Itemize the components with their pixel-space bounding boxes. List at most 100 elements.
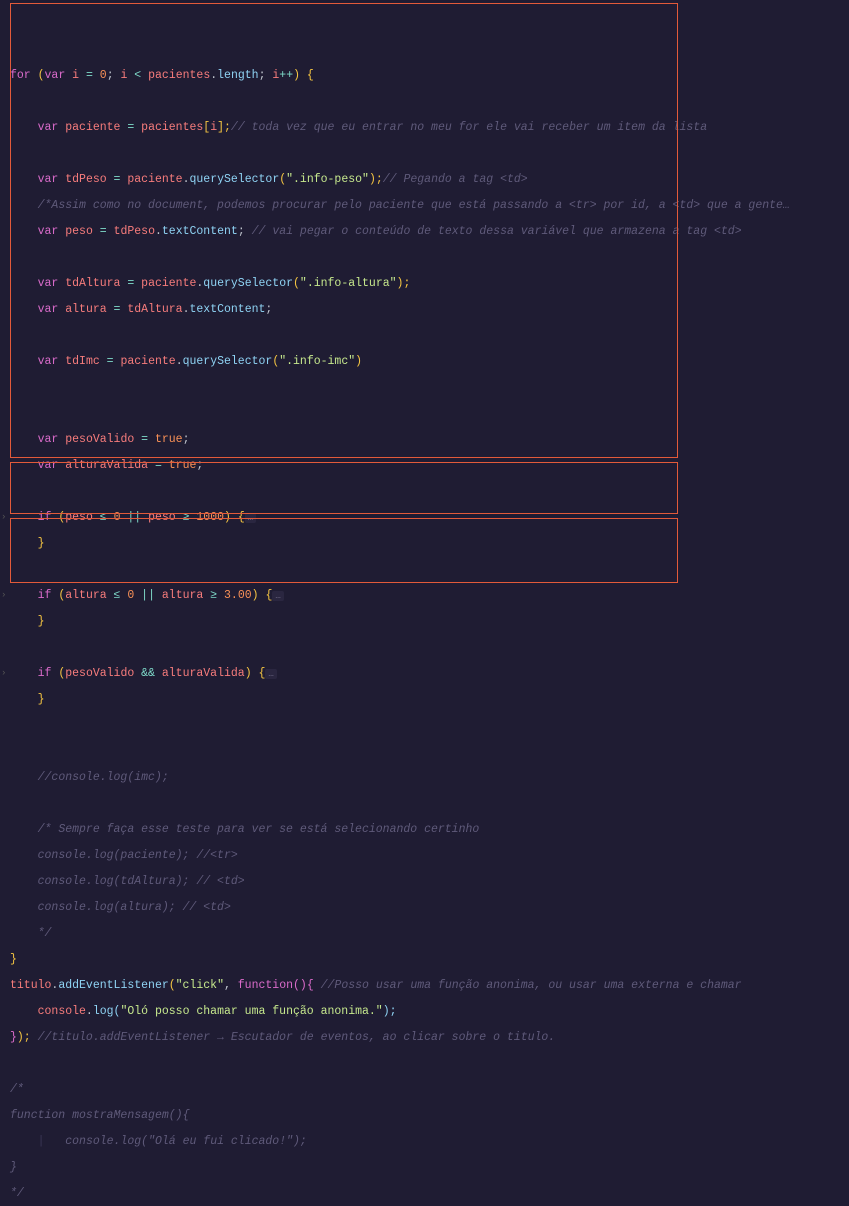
var: paciente <box>65 121 120 134</box>
code-line[interactable] <box>10 641 849 654</box>
code-line[interactable]: } <box>10 1161 849 1174</box>
kw-if: if <box>38 667 52 680</box>
eq: = <box>134 433 155 446</box>
brace: { <box>238 511 245 524</box>
code-line[interactable]: console.log(paciente); //<tr> <box>10 849 849 862</box>
op: ≥ <box>203 589 224 602</box>
kw-for: for <box>10 69 31 82</box>
dot: . <box>86 1005 93 1018</box>
code-line[interactable]: var peso = tdPeso.textContent; // vai pe… <box>10 225 849 238</box>
code-line[interactable]: var altura = tdAltura.textContent; <box>10 303 849 316</box>
code-line[interactable]: for (var i = 0; i < pacientes.length; i+… <box>10 69 849 82</box>
code-line[interactable] <box>10 251 849 264</box>
paren: ); <box>369 173 383 186</box>
code-line[interactable] <box>10 719 849 732</box>
code-line[interactable]: var tdImc = paciente.querySelector(".inf… <box>10 355 849 368</box>
code-line[interactable]: var alturaValida = true; <box>10 459 849 472</box>
comment: | console.log("Olá eu fui clicado!"); <box>10 1135 307 1148</box>
code-line[interactable]: › if (altura ≤ 0 || altura ≥ 3.00) {… <box>10 589 849 602</box>
lt: < <box>127 69 148 82</box>
paren: ); <box>383 1005 397 1018</box>
comma: , <box>224 979 238 992</box>
var: tdImc <box>65 355 100 368</box>
var: alturaValida <box>162 667 245 680</box>
var: console <box>38 1005 86 1018</box>
str: "Oló posso chamar uma função anonima." <box>120 1005 382 1018</box>
code-line[interactable]: */ <box>10 1187 849 1200</box>
fold-arrow-icon[interactable]: › <box>1 589 6 602</box>
comment: //titulo.addEventListener → Escutador de… <box>31 1031 556 1044</box>
comment: console.log(altura); // <td> <box>38 901 231 914</box>
code-line[interactable] <box>10 485 849 498</box>
kw-var: var <box>45 69 66 82</box>
code-line[interactable] <box>10 407 849 420</box>
comment: //console.log(imc); <box>38 771 169 784</box>
code-line[interactable]: | console.log("Olá eu fui clicado!"); <box>10 1135 849 1148</box>
code-line[interactable]: › if (pesoValido && alturaValida) {… <box>10 667 849 680</box>
code-line[interactable] <box>10 147 849 160</box>
paren: () <box>293 979 307 992</box>
kw-var: var <box>38 225 59 238</box>
paren: ( <box>114 1005 121 1018</box>
code-line[interactable] <box>10 95 849 108</box>
code-line[interactable]: /* <box>10 1083 849 1096</box>
fold-arrow-icon[interactable]: › <box>1 667 6 680</box>
code-line[interactable]: /* Sempre faça esse teste para ver se es… <box>10 823 849 836</box>
code-line[interactable]: //console.log(imc); <box>10 771 849 784</box>
code-line[interactable]: var tdPeso = paciente.querySelector(".in… <box>10 173 849 186</box>
comment: } <box>10 1161 17 1174</box>
code-line[interactable]: } <box>10 537 849 550</box>
fold-indicator[interactable]: … <box>265 669 276 679</box>
comment: /*Assim como no document, podemos procur… <box>38 199 790 212</box>
code-line[interactable] <box>10 797 849 810</box>
code-line[interactable]: } <box>10 615 849 628</box>
bool: true <box>155 433 183 446</box>
comment: // toda vez que eu entrar no meu for ele… <box>231 121 707 134</box>
code-line[interactable]: › if (peso ≤ 0 || peso ≥ 1000) {… <box>10 511 849 524</box>
code-line[interactable] <box>10 1057 849 1070</box>
str: ".info-peso" <box>286 173 369 186</box>
kw-if: if <box>38 511 52 524</box>
code-line[interactable]: titulo.addEventListener("click", functio… <box>10 979 849 992</box>
op: || <box>134 589 162 602</box>
fold-indicator[interactable]: … <box>272 591 283 601</box>
op: ≤ <box>93 511 114 524</box>
code-line[interactable]: }); //titulo.addEventListener → Escutado… <box>10 1031 849 1044</box>
semi: ; <box>183 433 190 446</box>
op: ≤ <box>107 589 128 602</box>
fold-indicator[interactable]: … <box>245 513 256 523</box>
code-line[interactable]: function mostraMensagem(){ <box>10 1109 849 1122</box>
fn: querySelector <box>190 173 280 186</box>
code-line[interactable]: console.log(tdAltura); // <td> <box>10 875 849 888</box>
dot: . <box>176 355 183 368</box>
eq: = <box>120 277 141 290</box>
code-editor[interactable]: for (var i = 0; i < pacientes.length; i+… <box>0 0 849 1206</box>
op: || <box>120 511 148 524</box>
var: alturaValida <box>65 459 148 472</box>
comment: /* <box>10 1083 24 1096</box>
eq: = <box>148 459 169 472</box>
paren: ); <box>397 277 411 290</box>
code-line[interactable]: var pesoValido = true; <box>10 433 849 446</box>
paren: ) <box>245 667 259 680</box>
code-line[interactable] <box>10 745 849 758</box>
code-line[interactable]: /*Assim como no document, podemos procur… <box>10 199 849 212</box>
paren: ); <box>17 1031 31 1044</box>
comment: */ <box>10 1187 24 1200</box>
code-line[interactable]: */ <box>10 927 849 940</box>
code-line[interactable]: var tdAltura = paciente.querySelector(".… <box>10 277 849 290</box>
fold-arrow-icon[interactable]: › <box>1 511 6 524</box>
code-line[interactable]: console.log(altura); // <td> <box>10 901 849 914</box>
code-line[interactable] <box>10 381 849 394</box>
code-line[interactable] <box>10 563 849 576</box>
comment: console.log(tdAltura); // <td> <box>38 875 245 888</box>
code-line[interactable]: var paciente = pacientes[i];// toda vez … <box>10 121 849 134</box>
code-line[interactable]: console.log("Oló posso chamar uma função… <box>10 1005 849 1018</box>
var: pesoValido <box>65 433 134 446</box>
code-line[interactable]: } <box>10 953 849 966</box>
eq: = <box>107 173 128 186</box>
brace: } <box>38 537 45 550</box>
code-line[interactable] <box>10 329 849 342</box>
var: tdAltura <box>127 303 182 316</box>
code-line[interactable]: } <box>10 693 849 706</box>
